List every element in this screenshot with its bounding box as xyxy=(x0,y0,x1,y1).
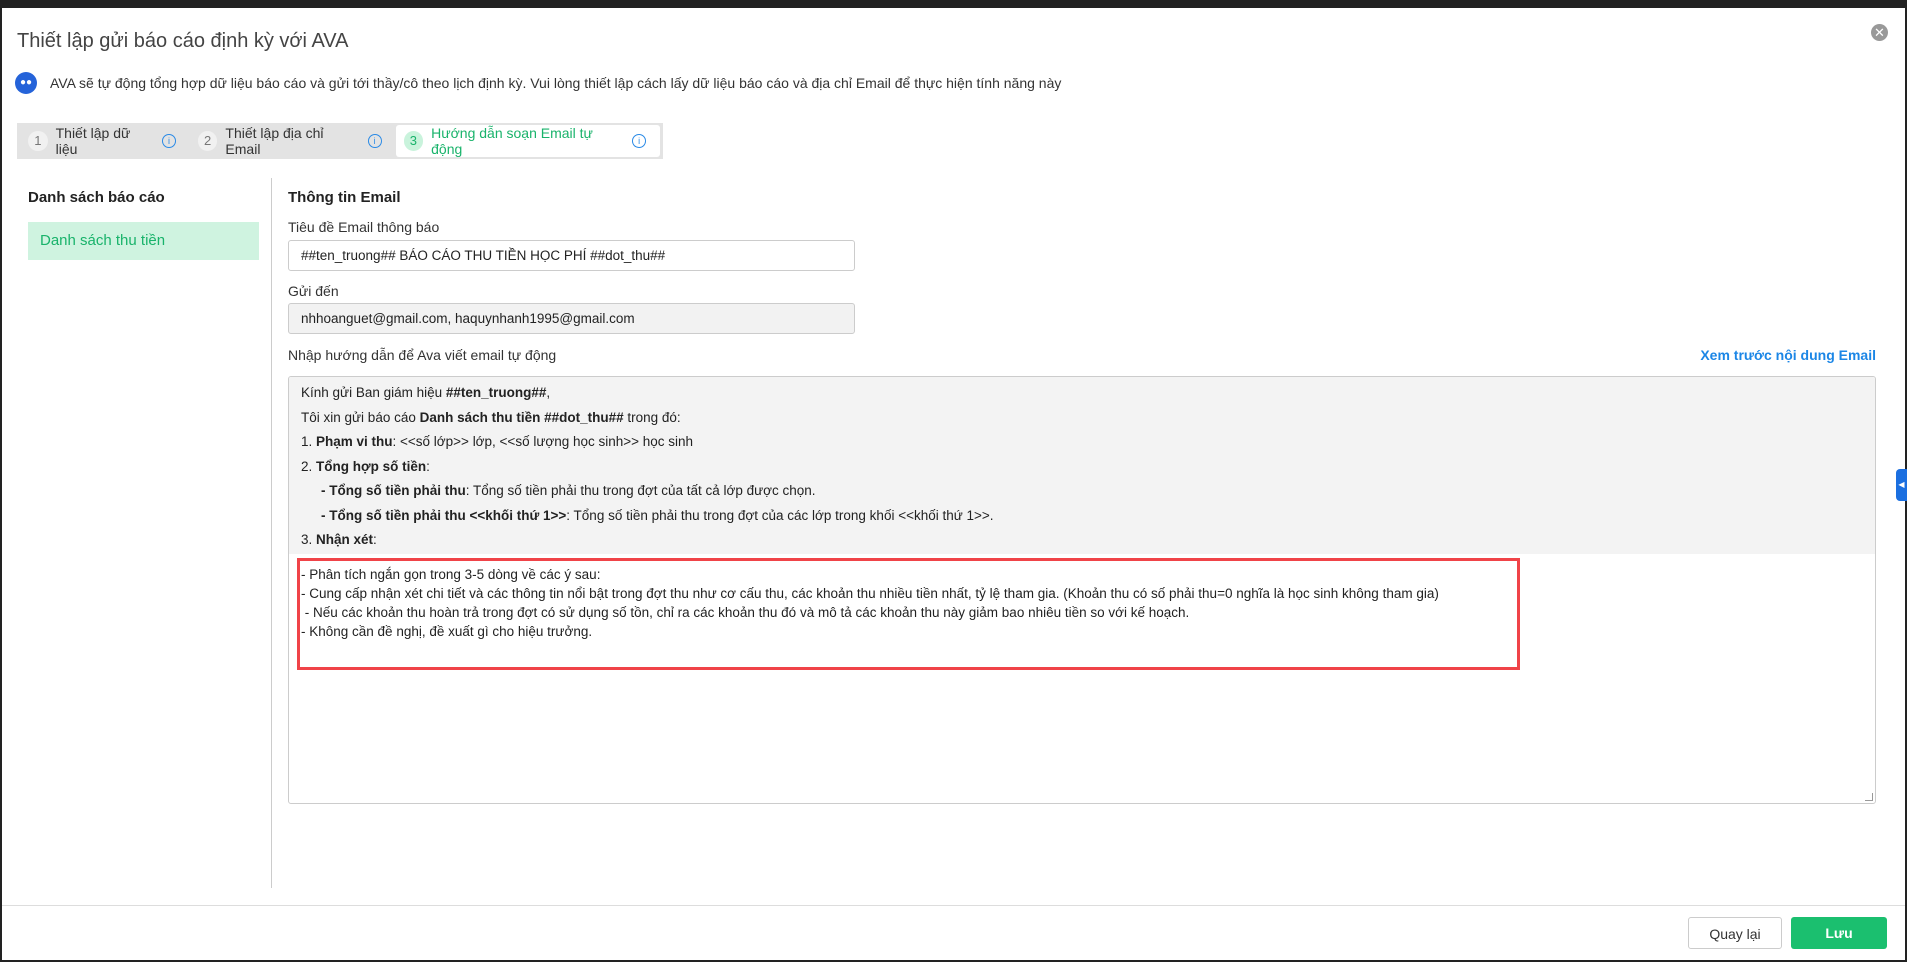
section-heading: Thông tin Email xyxy=(288,189,401,206)
highlighted-instructions[interactable]: - Phân tích ngắn gọn trong 3-5 dòng về c… xyxy=(297,558,1520,670)
tab-email-address[interactable]: 2 Thiết lập địa chỉ Email i xyxy=(190,125,396,157)
step-number: 1 xyxy=(28,131,48,151)
subject-input[interactable]: ##ten_truong## BÁO CÁO THU TIỀN HỌC PHÍ … xyxy=(288,240,855,271)
guide-label: Nhập hướng dẫn để Ava viết email tự động xyxy=(288,347,557,363)
tab-email-guide[interactable]: 3 Hướng dẫn soạn Email tự động i xyxy=(395,125,661,157)
tab-label: Hướng dẫn soạn Email tự động xyxy=(431,125,593,157)
ava-bot-icon: ●● xyxy=(15,72,37,94)
resize-handle[interactable] xyxy=(1865,793,1873,801)
guide-textarea[interactable]: Kính gửi Ban giám hiệu ##ten_truong##, T… xyxy=(288,376,1876,804)
info-icon[interactable]: i xyxy=(162,134,176,148)
sidebar-item-thu-tien[interactable]: Danh sách thu tiền xyxy=(28,222,259,260)
instruction-line: - Cung cấp nhận xét chi tiết và các thôn… xyxy=(301,586,1439,601)
step-number: 2 xyxy=(197,131,218,151)
close-icon[interactable]: ✕ xyxy=(1871,24,1888,41)
footer-divider xyxy=(2,905,1905,906)
back-button[interactable]: Quay lại xyxy=(1688,917,1782,949)
sidebar-heading: Danh sách báo cáo xyxy=(28,189,165,206)
instruction-line: - Không cần đề nghị, đề xuất gì cho hiệu… xyxy=(301,624,593,639)
instruction-line: - Phân tích ngắn gọn trong 3-5 dòng về c… xyxy=(301,567,601,582)
save-button[interactable]: Lưu xyxy=(1791,917,1887,949)
tab-label: Thiết lập dữ liệu xyxy=(55,125,131,157)
step-tabs: 1 Thiết lập dữ liệu i 2 Thiết lập địa chỉ E… xyxy=(17,123,663,159)
template-fixed-text: Kính gửi Ban giám hiệu ##ten_truong##, T… xyxy=(289,377,1875,554)
side-panel-toggle[interactable]: ◀ xyxy=(1896,469,1907,501)
info-icon[interactable]: i xyxy=(367,134,382,148)
to-input[interactable]: nhhoanguet@gmail.com, haquynhanh1995@gma… xyxy=(288,303,855,334)
to-label: Gửi đến xyxy=(288,283,339,299)
info-icon[interactable]: i xyxy=(632,134,647,148)
preview-email-link[interactable]: Xem trước nội dung Email xyxy=(1700,347,1876,363)
tab-data-setup[interactable]: 1 Thiết lập dữ liệu i xyxy=(20,125,190,157)
dialog-subtitle: AVA sẽ tự động tổng hợp dữ liệu báo cáo … xyxy=(50,75,1062,91)
dialog-title: Thiết lập gửi báo cáo định kỳ với AVA xyxy=(17,30,349,52)
subject-label: Tiêu đề Email thông báo xyxy=(288,219,440,235)
tab-label: Thiết lập địa chỉ Email xyxy=(225,125,324,157)
step-number: 3 xyxy=(403,131,424,151)
instruction-line: - Nếu các khoản thu hoàn trả trong đợt c… xyxy=(301,605,1190,620)
divider xyxy=(271,178,272,888)
